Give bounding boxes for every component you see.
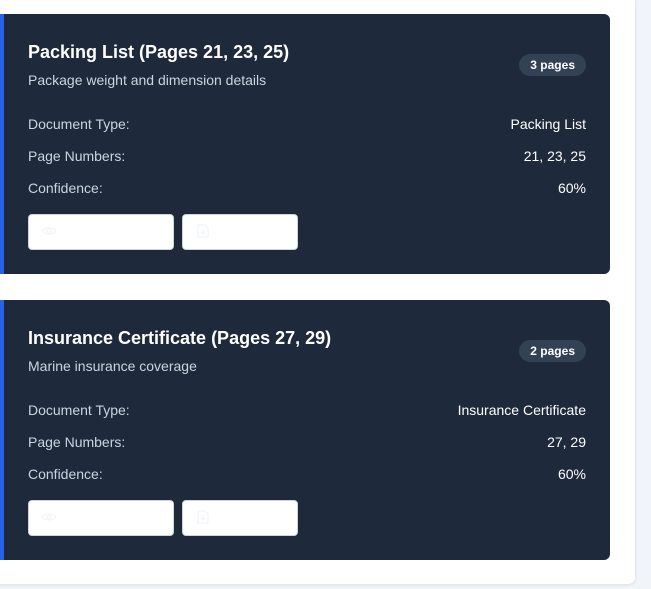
eye-icon [41,509,57,528]
confidence-row: Confidence: 60% [28,466,586,486]
document-card-insurance-certificate: Insurance Certificate (Pages 27, 29) Mar… [0,300,610,560]
card-title: Packing List (Pages 21, 23, 25) [28,42,290,62]
view-all-pages-button[interactable]: View All Pages [28,500,174,536]
document-card-packing-list: Packing List (Pages 21, 23, 25) Package … [0,14,610,274]
confidence-label: Confidence: [28,180,103,196]
document-type-row: Document Type: Packing List [28,116,586,136]
export-all-button[interactable]: Export All [182,214,298,250]
page-numbers-label: Page Numbers: [28,434,126,450]
eye-icon [41,223,57,242]
page-numbers-value: 27, 29 [547,434,586,450]
confidence-value: 60% [557,180,586,196]
export-all-button[interactable]: Export All [182,500,298,536]
page-numbers-label: Page Numbers: [28,148,126,164]
document-results-panel: Packing List (Pages 21, 23, 25) Package … [0,0,636,585]
card-subtitle: Marine insurance coverage [28,358,197,374]
page-numbers-value: 21, 23, 25 [523,148,586,164]
confidence-row: Confidence: 60% [28,180,586,200]
export-all-label: Export All [219,510,279,526]
page-numbers-row: Page Numbers: 21, 23, 25 [28,148,586,168]
page-numbers-row: Page Numbers: 27, 29 [28,434,586,454]
document-type-value: Insurance Certificate [457,402,586,418]
document-type-label: Document Type: [28,116,130,132]
view-all-pages-label: View All Pages [65,510,158,526]
document-type-value: Packing List [510,116,586,132]
download-icon [195,509,211,528]
card-subtitle: Package weight and dimension details [28,72,267,88]
document-type-row: Document Type: Insurance Certificate [28,402,586,422]
page-count-badge: 3 pages [519,54,586,76]
export-all-label: Export All [219,224,279,240]
confidence-label: Confidence: [28,466,103,482]
view-all-pages-button[interactable]: View All Pages [28,214,174,250]
download-icon [195,223,211,242]
view-all-pages-label: View All Pages [65,224,158,240]
page-count-badge: 2 pages [519,340,586,362]
confidence-value: 60% [557,466,586,482]
document-type-label: Document Type: [28,402,130,418]
card-title: Insurance Certificate (Pages 27, 29) [28,328,332,348]
